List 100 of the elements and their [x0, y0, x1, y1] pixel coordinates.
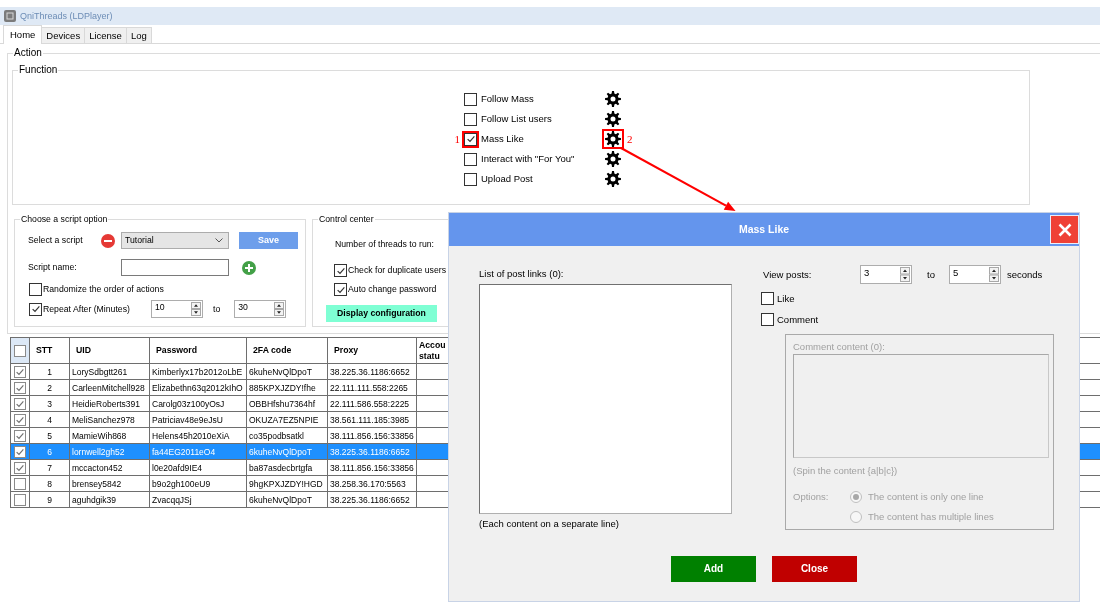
column-header: Password [149, 337, 247, 364]
add-button[interactable]: Add [671, 556, 756, 582]
checkbox[interactable] [14, 430, 26, 443]
minus-circle-icon[interactable] [101, 233, 115, 248]
column-header: UID [69, 337, 150, 364]
checkbox[interactable] [14, 414, 26, 427]
display-configuration-button[interactable]: Display configuration [326, 305, 437, 322]
field-label: View posts: [763, 268, 812, 280]
table-cell: 885KPXJZDY!fhe [246, 379, 328, 396]
tab[interactable]: Log [125, 27, 152, 43]
table-cell: 3 [29, 395, 70, 412]
checkbox-label: Auto change password [348, 284, 437, 295]
checkbox[interactable] [334, 264, 347, 277]
checkbox-label: Repeat After (Minutes) [43, 303, 130, 314]
number-spinner[interactable]: 10 [151, 300, 203, 318]
table-cell: b9o2gh100eU9 [149, 475, 247, 492]
chevron-down-icon [215, 238, 223, 243]
checkbox-label: Like [777, 292, 795, 304]
field-label: Script name: [28, 262, 77, 273]
callout-number: 2 [627, 133, 633, 145]
checkbox[interactable] [14, 478, 26, 491]
plus-circle-icon[interactable] [242, 260, 256, 275]
post-links-field[interactable] [479, 284, 732, 515]
field-label: Options: [793, 491, 830, 503]
callout-number: 1 [454, 133, 460, 145]
checkbox[interactable] [464, 152, 477, 166]
dialog-title: Mass Like [738, 223, 790, 236]
spin-arrows-icon[interactable] [191, 302, 201, 316]
gear-icon[interactable] [605, 171, 621, 187]
table-cell: 9 [29, 491, 70, 508]
checkbox[interactable] [761, 292, 774, 305]
checkbox[interactable] [464, 92, 477, 106]
table-cell: LorySdbgtt261 [69, 363, 150, 380]
table-cell: brensey5842 [69, 475, 150, 492]
number-spinner[interactable]: 5 [948, 265, 1001, 284]
table-cell: 7 [29, 459, 70, 476]
checkbox[interactable] [14, 344, 26, 357]
checkbox[interactable] [14, 382, 26, 395]
table-cell: l0e20afd9IE4 [149, 459, 247, 476]
checkbox[interactable] [14, 494, 26, 507]
tab[interactable]: Home [3, 25, 43, 44]
field-label: Select a script [28, 235, 83, 246]
gear-icon[interactable] [605, 91, 621, 107]
app-icon [4, 10, 16, 22]
hint-text: (Spin the content {a|b|c}) [793, 465, 898, 477]
range-label: to [213, 303, 221, 315]
group-title: Control center [318, 214, 375, 224]
table-cell: mccacton452 [69, 459, 150, 476]
close-button[interactable] [1050, 215, 1079, 244]
checkbox-label: Interact with "For You" [481, 153, 575, 165]
window-title: QniThreads (LDPlayer) [20, 10, 113, 22]
checkbox[interactable] [14, 366, 26, 379]
spin-arrows-icon[interactable] [900, 267, 910, 282]
group-title: Action [13, 48, 43, 58]
gear-icon[interactable] [605, 151, 621, 167]
table-cell: 5 [29, 427, 70, 444]
gear-icon[interactable] [605, 111, 621, 127]
close-dialog-button[interactable]: Close [772, 556, 857, 582]
checkbox[interactable] [464, 112, 477, 126]
table-cell: 38.225.36.1186:6652 [327, 363, 417, 380]
checkbox[interactable] [14, 446, 26, 459]
checkbox-label: Comment [777, 313, 819, 325]
table-cell: 38.258.36.170:5563 [327, 475, 417, 492]
table-cell: Kimberlyx17b2012oLbE [149, 363, 247, 380]
table-cell: OBBHfshu7364hf [246, 395, 328, 412]
checkbox[interactable] [334, 283, 347, 296]
table-cell: MeliSanchez978 [69, 411, 150, 428]
text-field[interactable] [121, 259, 229, 276]
script-dropdown[interactable]: Tutorial [121, 232, 229, 249]
table-cell: ba87asdecbrtgfa [246, 459, 328, 476]
column-header: STT [29, 337, 70, 364]
table-cell: ZvacqqJSj [149, 491, 247, 508]
spin-arrows-icon[interactable] [988, 267, 999, 282]
tab[interactable]: Devices [41, 27, 86, 43]
field-label: Comment content (0): [793, 341, 885, 352]
checkbox[interactable] [761, 313, 774, 326]
close-icon [1057, 222, 1072, 237]
table-cell: 38.111.856.156:33856 [327, 427, 417, 444]
number-spinner[interactable]: 30 [234, 300, 287, 318]
spin-arrows-icon[interactable] [274, 302, 285, 316]
number-spinner[interactable]: 3 [860, 265, 912, 284]
table-cell: 6kuheNvQlDpoT [246, 491, 328, 508]
checkbox[interactable] [464, 172, 477, 186]
table-cell: MamieWih868 [69, 427, 150, 444]
checkbox[interactable] [14, 462, 26, 475]
table-cell: 38.111.856.156:33856 [327, 459, 417, 476]
checkbox[interactable] [14, 398, 26, 411]
table-cell: co35podbsatkl [246, 427, 328, 444]
tab[interactable]: License [84, 27, 127, 43]
table-cell: HeidieRoberts391 [69, 395, 150, 412]
checkbox[interactable] [29, 302, 42, 316]
checkbox[interactable] [29, 282, 42, 296]
table-cell: 4 [29, 411, 70, 428]
table-cell: Elizabethn63q2012kIhO [149, 379, 247, 396]
checkbox-label: Randomize the order of actions [43, 283, 164, 294]
table-cell: 9hgKPXJZDY!HGD [246, 475, 328, 492]
radio-label: The content is only one line [868, 491, 984, 503]
table-cell: Helens45h2010eXiA [149, 427, 247, 444]
column-header: Proxy [327, 337, 417, 364]
group-title: Choose a script option [20, 214, 109, 224]
